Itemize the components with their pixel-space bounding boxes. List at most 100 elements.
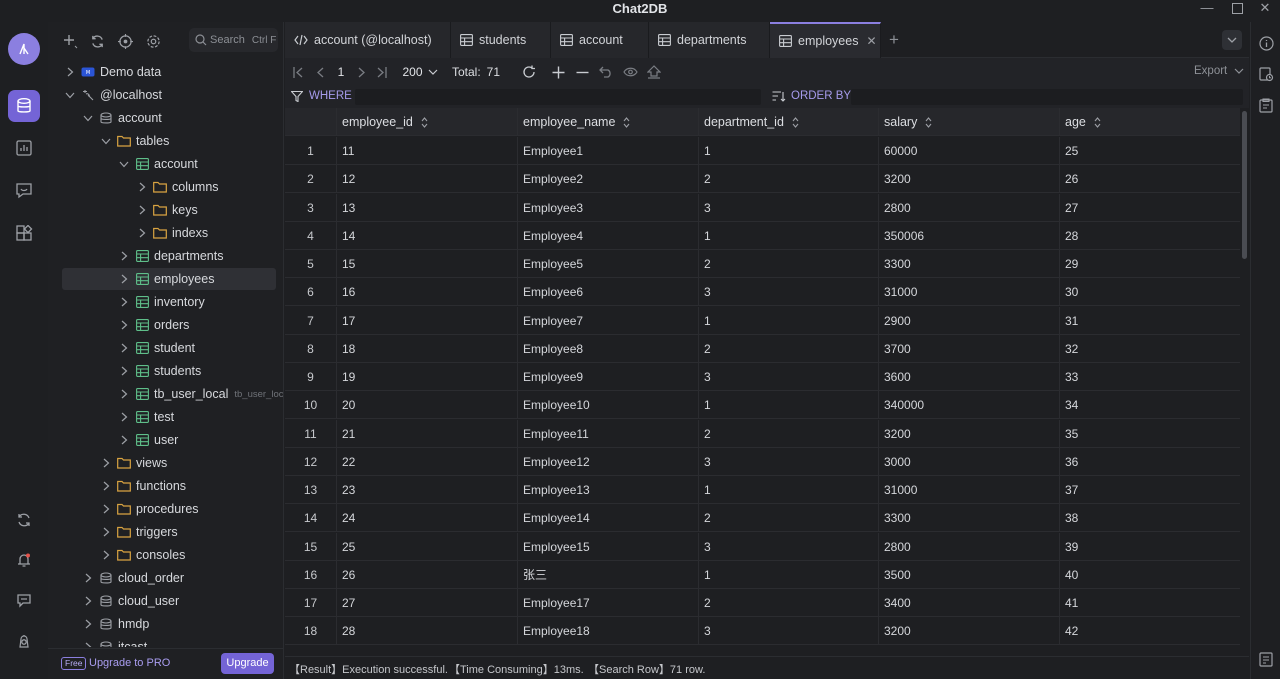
- table-cell[interactable]: 31000: [878, 476, 1059, 504]
- table-cell[interactable]: 2900: [878, 306, 1059, 335]
- table-cell[interactable]: 14: [336, 221, 517, 250]
- table-cell[interactable]: 11: [336, 137, 517, 165]
- table-cell[interactable]: Employee13: [517, 476, 698, 504]
- current-page[interactable]: 1: [335, 64, 347, 80]
- tab-account[interactable]: account: [551, 22, 649, 58]
- add-tab-icon[interactable]: +: [889, 30, 899, 50]
- column-header-salary[interactable]: salary: [878, 108, 1059, 136]
- app-logo[interactable]: [8, 33, 40, 65]
- chevron-right-icon[interactable]: [100, 549, 112, 561]
- clipboard-icon[interactable]: [1258, 97, 1274, 113]
- chevron-right-icon[interactable]: [118, 365, 130, 377]
- chevron-right-icon[interactable]: [118, 342, 130, 354]
- table-cell[interactable]: 3300: [878, 504, 1059, 533]
- add-row-icon[interactable]: [550, 64, 566, 80]
- tree-item-columns[interactable]: columns: [62, 176, 276, 198]
- table-cell[interactable]: 42: [1059, 617, 1240, 646]
- history-icon[interactable]: [1258, 66, 1274, 82]
- tree-item-procedures[interactable]: procedures: [62, 498, 276, 520]
- chat-icon[interactable]: [8, 174, 40, 206]
- tree-item-inventory[interactable]: inventory: [62, 291, 276, 313]
- table-cell[interactable]: 31000: [878, 278, 1059, 307]
- tree-item-employees[interactable]: employees: [62, 268, 276, 290]
- table-cell[interactable]: 15: [336, 250, 517, 278]
- table-row[interactable]: 17 27 Employee17 2 3400 41: [285, 589, 1240, 617]
- table-cell[interactable]: 3700: [878, 334, 1059, 363]
- chevron-right-icon[interactable]: [82, 618, 94, 630]
- tree-item-test[interactable]: test: [62, 406, 276, 428]
- table-cell[interactable]: 24: [336, 504, 517, 533]
- table-cell[interactable]: 37: [1059, 476, 1240, 504]
- table-cell[interactable]: 26: [1059, 165, 1240, 194]
- table-cell[interactable]: 2: [698, 250, 878, 278]
- database-nav-icon[interactable]: [8, 90, 40, 122]
- table-cell[interactable]: Employee4: [517, 221, 698, 250]
- chevron-down-icon[interactable]: [82, 112, 94, 124]
- table-cell[interactable]: Employee10: [517, 391, 698, 420]
- table-cell[interactable]: 16: [336, 278, 517, 307]
- sync-icon[interactable]: [8, 504, 40, 536]
- sort-arrows-icon[interactable]: [413, 115, 428, 129]
- table-cell[interactable]: 35: [1059, 419, 1240, 448]
- table-cell[interactable]: Employee11: [517, 419, 698, 448]
- table-cell[interactable]: 27: [1059, 193, 1240, 222]
- tab-departments[interactable]: departments: [649, 22, 770, 58]
- table-cell[interactable]: 2800: [878, 532, 1059, 561]
- table-cell[interactable]: 张三: [517, 560, 698, 589]
- close-window-icon[interactable]: ✕: [1250, 0, 1280, 18]
- chevron-right-icon[interactable]: [136, 204, 148, 216]
- table-cell[interactable]: 1: [698, 391, 878, 420]
- table-row[interactable]: 18 28 Employee18 3 3200 42: [285, 617, 1240, 646]
- upgrade-button[interactable]: Upgrade: [221, 653, 274, 674]
- row-number[interactable]: 3: [285, 194, 336, 222]
- table-cell[interactable]: 39: [1059, 532, 1240, 561]
- plugins-icon[interactable]: [8, 218, 40, 250]
- table-cell[interactable]: 36: [1059, 447, 1240, 476]
- table-cell[interactable]: 21: [336, 419, 517, 448]
- tree-item-triggers[interactable]: triggers: [62, 521, 276, 543]
- table-cell[interactable]: 40: [1059, 560, 1240, 589]
- row-number[interactable]: 10: [285, 391, 336, 419]
- grid-scrollbar[interactable]: [1240, 108, 1249, 648]
- gear-icon[interactable]: [144, 32, 162, 50]
- chevron-right-icon[interactable]: [100, 457, 112, 469]
- tree-item-tables[interactable]: tables: [62, 130, 276, 152]
- table-cell[interactable]: Employee6: [517, 278, 698, 307]
- table-row[interactable]: 15 25 Employee15 3 2800 39: [285, 532, 1240, 561]
- table-row[interactable]: 9 19 Employee9 3 3600 33: [285, 363, 1240, 391]
- chevron-right-icon[interactable]: [118, 411, 130, 423]
- table-cell[interactable]: Employee9: [517, 363, 698, 391]
- table-cell[interactable]: 28: [336, 617, 517, 646]
- table-cell[interactable]: 30: [1059, 278, 1240, 307]
- table-cell[interactable]: 3500: [878, 560, 1059, 589]
- row-number[interactable]: 13: [285, 476, 336, 504]
- order-by-input[interactable]: [851, 89, 1243, 105]
- table-cell[interactable]: 2: [698, 165, 878, 194]
- row-number[interactable]: 9: [285, 363, 336, 391]
- sort-arrows-icon[interactable]: [615, 115, 630, 129]
- column-header-employee-name[interactable]: employee_name: [517, 108, 698, 136]
- delete-row-icon[interactable]: [574, 64, 590, 80]
- settings-gear-icon[interactable]: [8, 625, 40, 657]
- row-number[interactable]: 15: [285, 533, 336, 561]
- page-size-select[interactable]: 200: [400, 64, 440, 80]
- chevron-right-icon[interactable]: [118, 296, 130, 308]
- export-button[interactable]: Export: [1194, 65, 1244, 77]
- tree-item-itcast[interactable]: itcast: [62, 636, 276, 647]
- table-cell[interactable]: 3: [698, 363, 878, 391]
- table-cell[interactable]: 3: [698, 193, 878, 222]
- table-row[interactable]: 6 16 Employee6 3 31000 30: [285, 278, 1240, 307]
- previous-page-icon[interactable]: [314, 64, 326, 80]
- table-cell[interactable]: 33: [1059, 363, 1240, 391]
- tree-item-consoles[interactable]: consoles: [62, 544, 276, 566]
- table-cell[interactable]: Employee14: [517, 504, 698, 533]
- table-row[interactable]: 2 12 Employee2 2 3200 26: [285, 165, 1240, 194]
- tab-students[interactable]: students: [451, 22, 551, 58]
- tree-item-account[interactable]: account: [62, 107, 276, 129]
- table-cell[interactable]: 350006: [878, 221, 1059, 250]
- tree-item-user[interactable]: user: [62, 429, 276, 451]
- table-cell[interactable]: 60000: [878, 137, 1059, 165]
- table-cell[interactable]: 2: [698, 504, 878, 533]
- tree-item-cloud-user[interactable]: cloud_user: [62, 590, 276, 612]
- notification-bell-icon[interactable]: [8, 544, 40, 576]
